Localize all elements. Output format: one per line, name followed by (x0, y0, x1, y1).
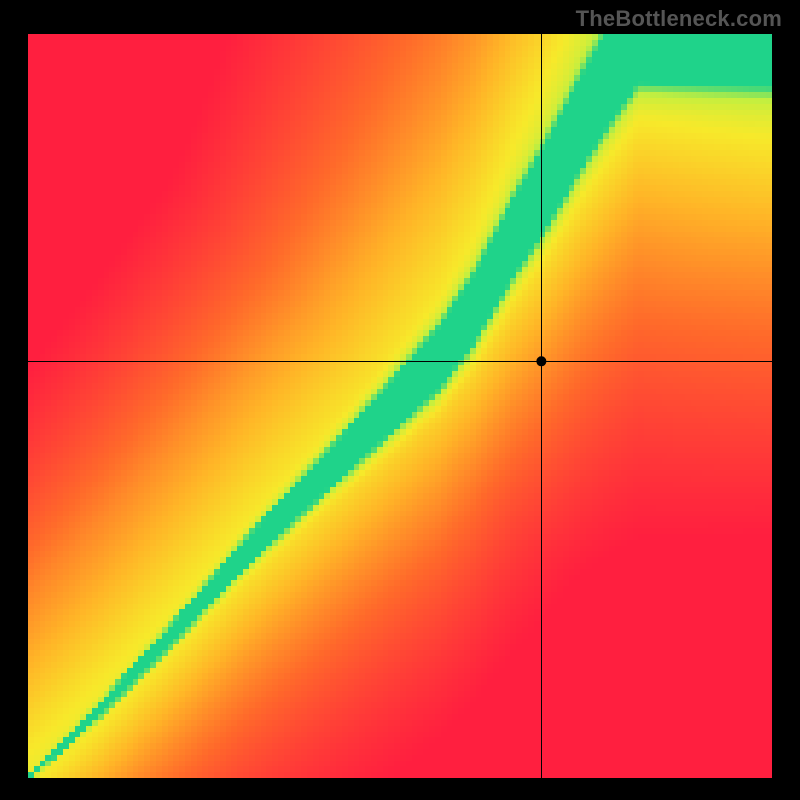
watermark-text: TheBottleneck.com (576, 6, 782, 32)
chart-frame: TheBottleneck.com (0, 0, 800, 800)
bottleneck-heatmap (28, 34, 772, 778)
